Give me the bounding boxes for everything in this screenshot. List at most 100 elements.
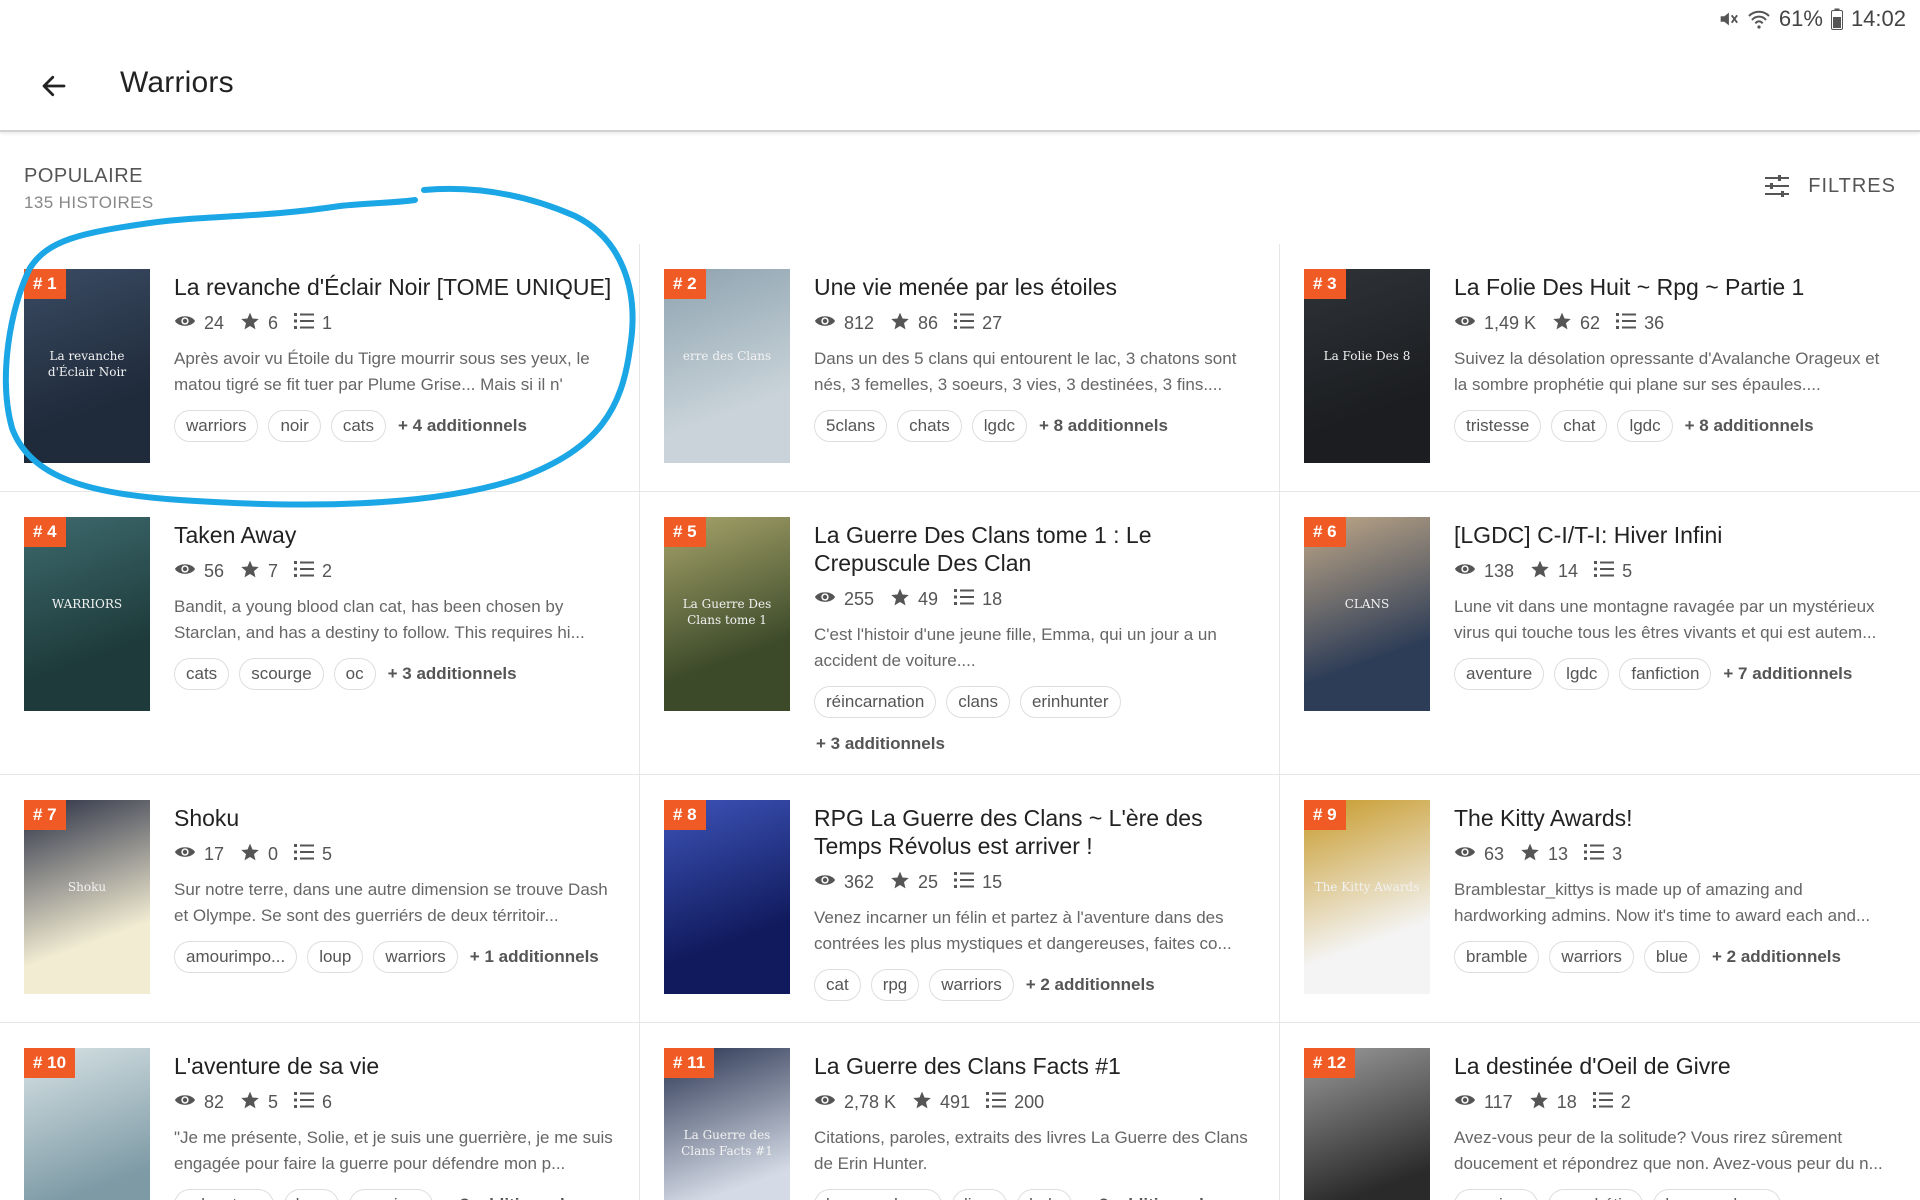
story-tag[interactable]: warriors <box>348 1189 434 1200</box>
story-title[interactable]: La destinée d'Oeil de Givre <box>1454 1052 1896 1080</box>
story-card[interactable]: CLANS # 6 [LGDC] C-I/T-I: Hiver Infini 1… <box>1280 492 1920 775</box>
story-cover[interactable]: CLANS # 6 <box>1304 517 1430 711</box>
story-cover[interactable]: La Folie Des 8 # 3 <box>1304 269 1430 463</box>
more-tags-link[interactable]: + 7 additionnels <box>1721 658 1854 690</box>
more-tags-link[interactable]: + 8 additionnels <box>443 1189 576 1200</box>
more-tags-link[interactable]: + 2 additionnels <box>1024 969 1157 1001</box>
rank-badge: # 12 <box>1304 1048 1356 1078</box>
star-icon <box>240 559 260 584</box>
story-card[interactable]: WARRIORS # 4 Taken Away 56 7 2 Bandit, a… <box>0 492 640 775</box>
story-tag[interactable]: noir <box>268 410 321 442</box>
story-title[interactable]: La Guerre des Clans Facts #1 <box>814 1052 1255 1080</box>
more-tags-link[interactable]: + 8 additionnels <box>1683 410 1816 442</box>
story-cover[interactable]: # 10 <box>24 1048 150 1200</box>
story-tag[interactable]: scourge <box>239 658 324 690</box>
story-tag[interactable]: warriors <box>174 410 259 442</box>
story-cover[interactable]: erre des Clans # 2 <box>664 269 790 463</box>
eye-icon <box>814 589 836 610</box>
story-card[interactable]: # 12 La destinée d'Oeil de Givre 117 18 … <box>1280 1023 1920 1200</box>
story-title[interactable]: Une vie menée par les étoiles <box>814 273 1255 301</box>
story-tag[interactable]: réincarnation <box>814 686 937 718</box>
more-tags-link[interactable]: + 2 additionnels <box>1710 941 1843 973</box>
story-tag[interactable]: aventure <box>1454 658 1545 690</box>
part-count: 2 <box>1620 1092 1631 1112</box>
page-title: Warriors <box>120 66 234 99</box>
story-cover[interactable]: # 12 <box>1304 1048 1430 1200</box>
list-icon <box>1584 843 1605 866</box>
story-tag[interactable]: adventure <box>174 1189 274 1200</box>
story-tag[interactable]: chats <box>897 410 962 442</box>
story-tag[interactable]: clans <box>946 686 1010 718</box>
story-card[interactable]: The Kitty Awards # 9 The Kitty Awards! 6… <box>1280 775 1920 1023</box>
star-icon <box>912 1090 932 1115</box>
story-cover[interactable]: The Kitty Awards # 9 <box>1304 800 1430 994</box>
story-tag[interactable]: cat <box>814 969 861 1001</box>
story-card[interactable]: La Guerre des Clans Facts #1 # 11 La Gue… <box>640 1023 1280 1200</box>
filters-button[interactable]: FILTRES <box>1764 174 1896 198</box>
story-card[interactable]: erre des Clans # 2 Une vie menée par les… <box>640 244 1280 492</box>
more-tags-link[interactable]: + 4 additionnels <box>396 410 529 442</box>
story-tag[interactable]: cats <box>330 410 386 442</box>
story-title[interactable]: La Folie Des Huit ~ Rpg ~ Partie 1 <box>1454 273 1896 301</box>
story-tag[interactable]: rpg <box>870 969 920 1001</box>
story-tag[interactable]: 5clans <box>814 410 888 442</box>
story-title[interactable]: Taken Away <box>174 521 615 549</box>
story-cover[interactable]: La Guerre Des Clans tome 1 # 5 <box>664 517 790 711</box>
more-tags-link[interactable]: + 1 additionnels <box>468 941 601 973</box>
story-title[interactable]: L'aventure de sa vie <box>174 1052 615 1080</box>
arrow-left-icon <box>42 75 66 97</box>
story-cover[interactable]: WARRIORS # 4 <box>24 517 150 711</box>
story-description: Lune vit dans une montagne ravagée par u… <box>1454 597 1877 642</box>
story-tag[interactable]: bramble <box>1454 941 1540 973</box>
story-tag[interactable]: blue <box>1643 941 1701 973</box>
story-cover[interactable]: La Guerre des Clans Facts #1 # 11 <box>664 1048 790 1200</box>
story-card[interactable]: La Folie Des 8 # 3 La Folie Des Huit ~ R… <box>1280 244 1920 492</box>
story-cover[interactable]: Shoku # 7 <box>24 800 150 994</box>
story-card[interactable]: La Guerre Des Clans tome 1 # 5 La Guerre… <box>640 492 1280 775</box>
story-title[interactable]: RPG La Guerre des Clans ~ L'ère des Temp… <box>814 804 1255 860</box>
story-tag[interactable]: lgdc <box>971 410 1027 442</box>
more-tags-link[interactable]: + 3 additionnels <box>386 658 519 690</box>
more-tags-link[interactable]: + 3 additionnels <box>814 728 947 760</box>
story-stats: 117 18 2 <box>1454 1090 1896 1115</box>
story-tag[interactable]: oc <box>333 658 376 690</box>
story-tag[interactable]: warriors <box>929 969 1014 1001</box>
story-title[interactable]: [LGDC] C-I/T-I: Hiver Infini <box>1454 521 1896 549</box>
story-tag[interactable]: lgdc <box>1617 410 1673 442</box>
story-tag[interactable]: warriors <box>1549 941 1634 973</box>
story-title[interactable]: Shoku <box>174 804 615 832</box>
story-tag[interactable]: erinhunter <box>1019 686 1121 718</box>
story-tag[interactable]: cats <box>174 658 230 690</box>
story-tag[interactable]: prophétie <box>1548 1189 1644 1200</box>
story-tag[interactable]: loup <box>307 941 364 973</box>
story-tag[interactable]: laguerredes... <box>1653 1189 1782 1200</box>
story-tag[interactable]: fanfiction <box>1619 658 1712 690</box>
story-info: La destinée d'Oeil de Givre 117 18 2 Ave… <box>1454 1048 1896 1200</box>
story-tag[interactable]: love <box>283 1189 339 1200</box>
story-tag[interactable]: livre <box>951 1189 1008 1200</box>
story-tag[interactable]: lgdc <box>1017 1189 1073 1200</box>
read-count: 24 <box>204 313 225 333</box>
story-title[interactable]: La Guerre Des Clans tome 1 : Le Crepuscu… <box>814 521 1255 577</box>
more-tags-link[interactable]: + 3 additionnels <box>1082 1189 1215 1200</box>
story-card[interactable]: # 10 L'aventure de sa vie 82 5 6 "Je me … <box>0 1023 640 1200</box>
story-tag[interactable]: laguerredes... <box>814 1189 942 1200</box>
story-cover[interactable]: # 8 <box>664 800 790 994</box>
story-title[interactable]: La revanche d'Éclair Noir [TOME UNIQUE] <box>174 273 615 301</box>
story-tag[interactable]: warriors <box>1454 1189 1539 1200</box>
clock: 14:02 <box>1850 6 1906 31</box>
back-button[interactable] <box>34 66 74 106</box>
story-card[interactable]: # 8 RPG La Guerre des Clans ~ L'ère des … <box>640 775 1280 1023</box>
story-stats: 138 14 5 <box>1454 559 1896 584</box>
story-card[interactable]: La revanche d'Éclair Noir # 1 La revanch… <box>0 244 640 492</box>
more-tags-link[interactable]: + 8 additionnels <box>1037 410 1170 442</box>
story-tag[interactable]: lgdc <box>1554 658 1610 690</box>
story-tag[interactable]: chat <box>1551 410 1608 442</box>
story-tag[interactable]: tristesse <box>1454 410 1542 442</box>
story-title[interactable]: The Kitty Awards! <box>1454 804 1896 832</box>
story-tag[interactable]: warriors <box>373 941 458 973</box>
story-cover[interactable]: La revanche d'Éclair Noir # 1 <box>24 269 150 463</box>
battery-icon <box>1830 8 1843 30</box>
story-tag[interactable]: amourimpo... <box>174 941 298 973</box>
story-card[interactable]: Shoku # 7 Shoku 17 0 5 Sur notre terre, … <box>0 775 640 1023</box>
